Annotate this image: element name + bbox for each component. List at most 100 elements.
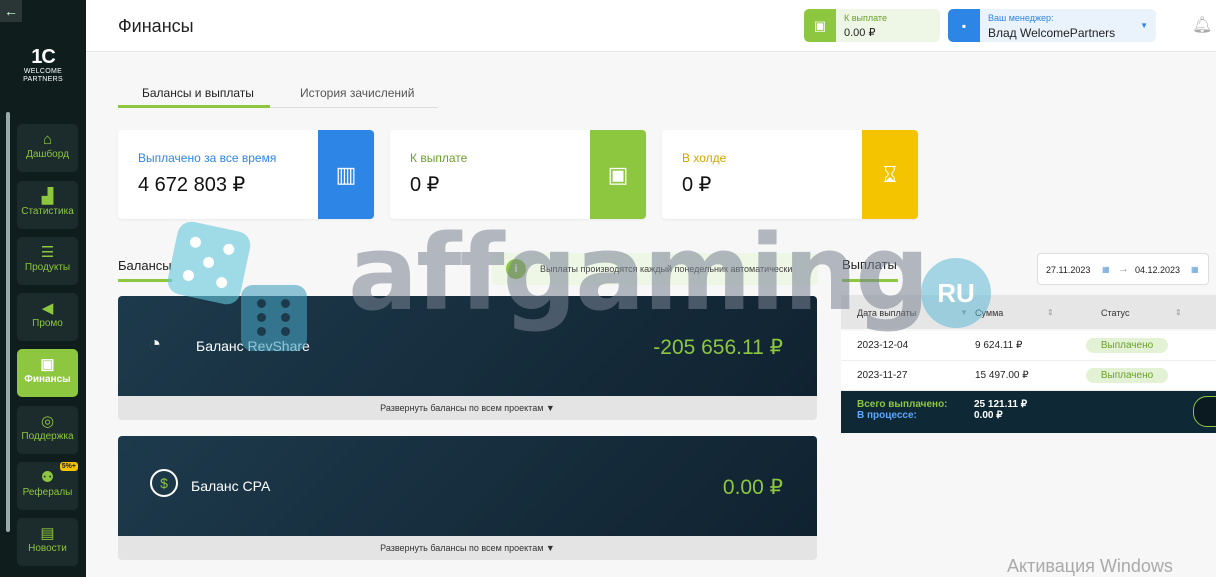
atm-icon: ▥ xyxy=(318,130,374,219)
balance-amount: 0.00 ₽ xyxy=(722,476,783,499)
sidebar-item-label: Финансы xyxy=(24,374,71,385)
sidebar-item-label: Продукты xyxy=(24,262,71,273)
dollar-cycle-icon: $ xyxy=(150,469,178,497)
pie-chart-icon: ◔ xyxy=(148,331,162,356)
table-row: 2023-11-27 15 497.00 ₽ Выплачено xyxy=(841,361,1216,391)
sidebar-item-label: Промо xyxy=(32,318,63,329)
balance-amount: -205 656.11 ₽ xyxy=(653,336,783,359)
arrow-left-icon: ← xyxy=(4,3,18,19)
page-title: Финансы xyxy=(118,16,194,36)
wallet-icon: ▣ xyxy=(804,9,836,42)
sidebar: ← 1C WELCOME PARTNERS ⌂ Дашборд ▟ Статис… xyxy=(0,0,86,577)
logo-mark: 1C xyxy=(31,46,56,68)
caret-down-icon: ▼ xyxy=(545,403,555,413)
column-header-date[interactable]: Дата выплаты xyxy=(857,308,916,318)
tab-history[interactable]: История зачислений xyxy=(300,80,414,108)
payout-amount: 15 497.00 ₽ xyxy=(975,370,1029,381)
chat-icon: ▪ xyxy=(948,9,980,42)
balances-section-title: Балансы xyxy=(118,258,172,273)
sidebar-item-label: Статистика xyxy=(21,206,74,217)
sidebar-item-support[interactable]: ◎ Поддержка xyxy=(17,406,78,454)
dice-image xyxy=(165,219,253,307)
pending-value: 0.00 ₽ xyxy=(974,410,1003,421)
chevron-down-icon: ▼ xyxy=(1140,21,1148,30)
sort-icon[interactable]: ⇕ xyxy=(1175,308,1182,317)
total-paid-value: 25 121.11 ₽ xyxy=(974,399,1028,410)
stat-card-paid-total: Выплачено за все время 4 672 803 ₽ ▥ xyxy=(118,130,374,219)
calendar-icon: ▦ xyxy=(1102,265,1110,274)
wallet-icon: ▣ xyxy=(40,356,55,373)
balance-name: Баланс CPA xyxy=(191,478,271,494)
expand-balances-button[interactable]: Развернуть балансы по всем проектам ▼ xyxy=(118,396,817,420)
sort-icon[interactable]: ⇕ xyxy=(1047,308,1054,317)
logo-text-line2: PARTNERS xyxy=(23,76,63,83)
total-paid-label: Всего выплачено: xyxy=(857,399,948,410)
pending-label: В процессе: xyxy=(857,410,917,421)
sidebar-item-news[interactable]: ▤ Новости xyxy=(17,518,78,566)
sidebar-item-label: Поддержка xyxy=(21,431,74,442)
sidebar-item-statistics[interactable]: ▟ Статистика xyxy=(17,181,78,229)
sidebar-item-dashboard[interactable]: ⌂ Дашборд xyxy=(17,124,78,172)
megaphone-icon: ◀ xyxy=(41,300,54,317)
calendar-icon: ▦ xyxy=(1191,265,1199,274)
manager-name: Влад WelcomePartners xyxy=(988,26,1116,40)
stat-value: 0 ₽ xyxy=(410,174,440,196)
sidebar-item-label: Рефералы xyxy=(22,487,73,498)
payout-amount: 9 624.11 ₽ xyxy=(975,340,1023,351)
windows-activation-notice: Активация Windows xyxy=(1007,556,1173,576)
column-header-status[interactable]: Статус xyxy=(1101,308,1129,318)
payouts-section-underline xyxy=(842,279,898,282)
payout-chip-label: К выплате xyxy=(844,13,887,23)
bell-icon[interactable]: 🔔︎ xyxy=(1192,15,1212,35)
date-from[interactable]: 27.11.2023 xyxy=(1046,265,1090,275)
balance-card-cpa: $ Баланс CPA 0.00 ₽ xyxy=(118,436,817,536)
sidebar-item-label: Новости xyxy=(28,543,67,554)
payout-info-banner: i Выплаты производятся каждый понедельни… xyxy=(492,253,818,285)
bar-chart-icon: ▟ xyxy=(41,188,54,205)
tab-balances[interactable]: Балансы и выплаты xyxy=(118,80,270,108)
manager-label: Ваш менеджер: xyxy=(988,13,1054,23)
expand-balances-button[interactable]: Развернуть балансы по всем проектам ▼ xyxy=(118,536,817,560)
caret-down-icon: ▼ xyxy=(545,543,555,553)
stat-value: 4 672 803 ₽ xyxy=(138,174,246,196)
arrow-right-icon: → xyxy=(1118,263,1129,275)
sidebar-item-finance[interactable]: ▣ Финансы xyxy=(17,349,78,397)
column-header-amount[interactable]: Сумма xyxy=(975,308,1003,318)
home-icon: ⌂ xyxy=(42,131,53,148)
info-icon: i xyxy=(506,259,526,279)
balance-card-revshare: ◔ Баланс RevShare -205 656.11 ₽ xyxy=(118,296,817,396)
status-badge: Выплачено xyxy=(1086,338,1168,353)
payout-info-text: Выплаты производятся каждый понедельник … xyxy=(540,264,793,274)
stat-label: В холде xyxy=(682,151,727,165)
sidebar-scrollbar[interactable] xyxy=(6,112,10,532)
payout-chip-value: 0.00 ₽ xyxy=(844,27,876,39)
stat-card-to-pay: К выплате 0 ₽ ▣ xyxy=(390,130,646,219)
status-badge: Выплачено xyxy=(1086,368,1168,383)
back-button[interactable]: ← xyxy=(0,0,22,22)
payout-summary-chip[interactable]: ▣ К выплате 0.00 ₽ xyxy=(804,9,940,42)
table-row: 2023-12-04 9 624.11 ₽ Выплачено xyxy=(841,331,1216,361)
newspaper-icon: ▤ xyxy=(40,525,55,542)
logo[interactable]: 1C WELCOME PARTNERS xyxy=(16,46,70,90)
sort-icon[interactable]: ▼ xyxy=(960,308,968,317)
payout-date: 2023-11-27 xyxy=(857,370,908,381)
wallet-icon: ▣ xyxy=(590,130,646,219)
referral-badge: 5%+ xyxy=(59,462,78,471)
stat-value: 0 ₽ xyxy=(682,174,712,196)
sidebar-item-promo[interactable]: ◀ Промо xyxy=(17,293,78,341)
lifebuoy-icon: ◎ xyxy=(40,413,55,430)
sidebar-item-referrals[interactable]: 5%+ ⚉ Рефералы xyxy=(17,462,78,510)
request-payout-button[interactable] xyxy=(1193,396,1216,427)
payouts-totals: Всего выплачено: В процессе: 25 121.11 ₽… xyxy=(841,391,1216,433)
table-header: Дата выплаты ▼ Сумма ⇕ Статус ⇕ xyxy=(841,295,1216,329)
date-range-picker[interactable]: 27.11.2023 ▦ → 04.12.2023 ▦ xyxy=(1037,253,1209,285)
finance-tabs: Балансы и выплаты История зачислений xyxy=(118,80,438,108)
stat-card-hold: В холде 0 ₽ ⌛︎ xyxy=(662,130,918,219)
hourglass-icon: ⌛︎ xyxy=(862,130,918,219)
payouts-section-title: Выплаты xyxy=(842,257,897,272)
date-to[interactable]: 04.12.2023 xyxy=(1135,265,1180,275)
manager-dropdown[interactable]: ▪ Ваш менеджер: Влад WelcomePartners ▼ xyxy=(948,9,1156,42)
stat-label: Выплачено за все время xyxy=(138,151,277,165)
sidebar-item-products[interactable]: ☰ Продукты xyxy=(17,237,78,285)
balance-name: Баланс RevShare xyxy=(196,338,310,354)
